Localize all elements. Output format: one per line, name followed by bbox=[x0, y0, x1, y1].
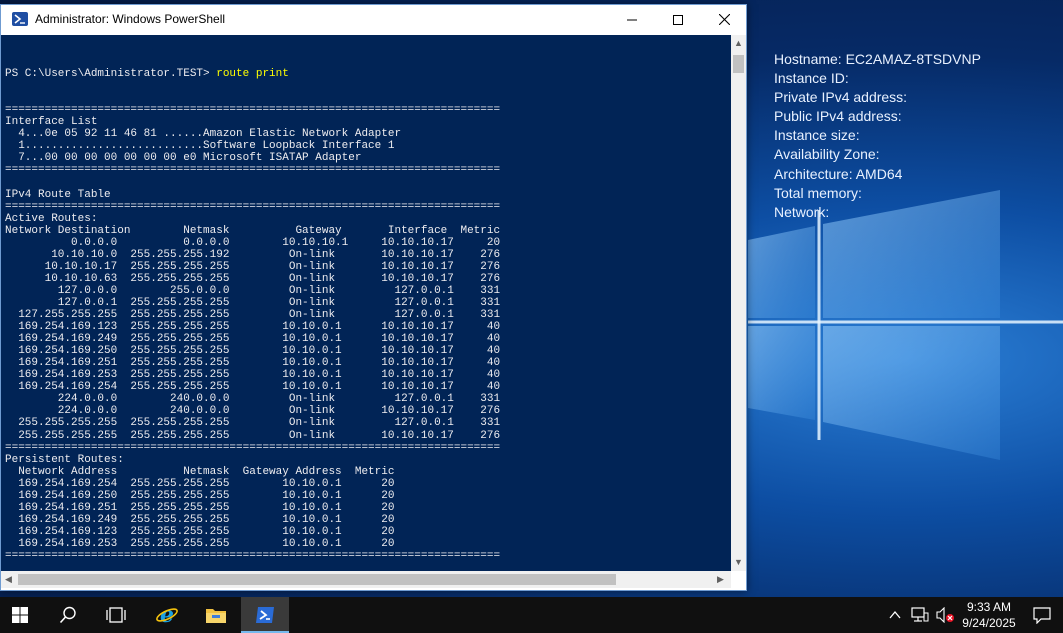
console-line: 10.10.10.0 255.255.255.192 On-link 10.10… bbox=[5, 248, 501, 261]
console-line: 169.254.169.249 255.255.255.255 10.10.0.… bbox=[5, 333, 501, 346]
console-line: 1...........................Software Loo… bbox=[5, 140, 395, 153]
console-line: ========================================… bbox=[5, 441, 501, 454]
notification-icon bbox=[1033, 607, 1051, 624]
horizontal-scroll-thumb[interactable] bbox=[18, 574, 616, 585]
chevron-up-icon bbox=[889, 611, 901, 619]
action-center-button[interactable] bbox=[1026, 597, 1058, 633]
task-view-button[interactable] bbox=[96, 597, 136, 633]
minimize-button[interactable] bbox=[609, 5, 655, 34]
console-line: 7...00 00 00 00 00 00 00 e0 Microsoft IS… bbox=[5, 152, 362, 165]
console-line: 169.254.169.250 255.255.255.255 10.10.0.… bbox=[5, 345, 501, 358]
console-line: 224.0.0.0 240.0.0.0 On-link 10.10.10.17 … bbox=[5, 405, 501, 418]
console-line: 169.254.169.123 255.255.255.255 10.10.0.… bbox=[5, 525, 395, 538]
internet-explorer-icon: e bbox=[156, 603, 178, 627]
window-title: Administrator: Windows PowerShell bbox=[35, 12, 226, 26]
task-view-icon bbox=[106, 607, 126, 623]
scroll-up-arrow-icon[interactable]: ▲ bbox=[734, 38, 743, 48]
console-lines: ========================================… bbox=[5, 104, 500, 571]
taskbar-clock[interactable]: 9:33 AM 9/24/2025 bbox=[958, 599, 1020, 631]
scroll-left-arrow-icon[interactable]: ◀ bbox=[5, 574, 12, 585]
close-icon bbox=[718, 14, 730, 25]
console-line: ========================================… bbox=[5, 549, 501, 562]
console-line: ========================================… bbox=[5, 164, 501, 177]
instance-size-line: Instance size: bbox=[774, 127, 860, 144]
network-tray-button[interactable] bbox=[910, 597, 930, 633]
console-line: 10.10.10.17 255.255.255.255 On-link 10.1… bbox=[5, 260, 501, 273]
private-ipv4-line: Private IPv4 address: bbox=[774, 89, 908, 106]
architecture-line: Architecture: AMD64 bbox=[774, 165, 903, 182]
instance-id-line: Instance ID: bbox=[774, 70, 849, 87]
console-line: 10.10.10.63 255.255.255.255 On-link 10.1… bbox=[5, 272, 501, 285]
console-line: 169.254.169.251 255.255.255.255 10.10.0.… bbox=[5, 501, 395, 514]
console-line: Network Destination Netmask Gateway Inte… bbox=[5, 224, 501, 237]
system-info-overlay: Hostname: EC2AMAZ-8TSDVNP Instance ID: P… bbox=[774, 50, 981, 222]
console-line: 0.0.0.0 0.0.0.0 10.10.10.1 10.10.10.17 2… bbox=[5, 236, 501, 249]
console-line: IPv4 Route Table bbox=[5, 188, 111, 201]
scroll-right-arrow-icon[interactable]: ▶ bbox=[717, 574, 724, 585]
search-icon bbox=[59, 606, 76, 624]
vertical-scrollbar[interactable]: ▲ ▼ bbox=[731, 35, 746, 571]
taskbar: e bbox=[0, 597, 1063, 633]
clock-date: 9/24/2025 bbox=[962, 616, 1016, 630]
console-line: 169.254.169.250 255.255.255.255 10.10.0.… bbox=[5, 489, 395, 502]
console-line: 169.254.169.249 255.255.255.255 10.10.0.… bbox=[5, 513, 395, 526]
powershell-icon bbox=[12, 12, 28, 26]
minimize-icon bbox=[627, 19, 637, 20]
prompt-line: PS C:\Users\Administrator.TEST> route pr… bbox=[5, 68, 500, 80]
console-line: Network Address Netmask Gateway Address … bbox=[5, 465, 395, 478]
console-line: 169.254.169.253 255.255.255.255 10.10.0.… bbox=[5, 369, 501, 382]
powershell-window[interactable]: Administrator: Windows PowerShell PS C:\… bbox=[0, 4, 747, 591]
taskbar-powershell[interactable] bbox=[241, 597, 289, 633]
console-line: 224.0.0.0 240.0.0.0 On-link 127.0.0.1 33… bbox=[5, 393, 501, 406]
powershell-icon bbox=[256, 607, 274, 623]
taskbar-internet-explorer[interactable]: e bbox=[145, 597, 189, 633]
volume-tray-button[interactable] bbox=[934, 597, 956, 633]
console-line: 169.254.169.251 255.255.255.255 10.10.0.… bbox=[5, 357, 501, 370]
file-explorer-icon bbox=[206, 609, 226, 623]
vertical-scroll-thumb[interactable] bbox=[733, 55, 744, 73]
search-button[interactable] bbox=[48, 597, 88, 633]
volume-muted-icon bbox=[936, 607, 954, 623]
maximize-button[interactable] bbox=[655, 5, 701, 34]
availability-zone-line: Availability Zone: bbox=[774, 146, 880, 163]
prompt-text: PS C:\Users\Administrator.TEST> bbox=[5, 68, 217, 81]
console-line: 127.255.255.255 255.255.255.255 On-link … bbox=[5, 309, 501, 322]
console-line: ========================================… bbox=[5, 104, 501, 117]
close-button[interactable] bbox=[701, 5, 747, 34]
start-button[interactable] bbox=[0, 597, 40, 633]
command-text: route print bbox=[216, 68, 289, 81]
console-line: 169.254.169.254 255.255.255.255 10.10.0.… bbox=[5, 381, 501, 394]
public-ipv4-line: Public IPv4 address: bbox=[774, 108, 902, 125]
console-line: 169.254.169.253 255.255.255.255 10.10.0.… bbox=[5, 537, 395, 550]
title-bar[interactable]: Administrator: Windows PowerShell bbox=[1, 5, 746, 34]
console-line: Persistent Routes: bbox=[5, 453, 124, 466]
network-line: Network: bbox=[774, 203, 830, 220]
console-line: 4...0e 05 92 11 46 81 ......Amazon Elast… bbox=[5, 128, 402, 141]
console-line: ========================================… bbox=[5, 200, 501, 213]
scroll-down-arrow-icon[interactable]: ▼ bbox=[734, 557, 743, 567]
console-line: 169.254.169.254 255.255.255.255 10.10.0.… bbox=[5, 477, 395, 490]
total-memory-line: Total memory: bbox=[774, 184, 862, 201]
svg-text:e: e bbox=[160, 603, 174, 627]
console-line: 127.0.0.1 255.255.255.255 On-link 127.0.… bbox=[5, 296, 501, 309]
console-line: 169.254.169.123 255.255.255.255 10.10.0.… bbox=[5, 321, 501, 334]
show-hidden-icons-button[interactable] bbox=[886, 597, 904, 633]
console-line: 255.255.255.255 255.255.255.255 On-link … bbox=[5, 429, 501, 442]
taskbar-file-explorer[interactable] bbox=[194, 597, 238, 633]
console-line: 127.0.0.0 255.0.0.0 On-link 127.0.0.1 33… bbox=[5, 284, 501, 297]
console-line: Interface List bbox=[5, 116, 98, 129]
maximize-icon bbox=[673, 14, 683, 25]
console-output: PS C:\Users\Administrator.TEST> route pr… bbox=[5, 44, 500, 571]
console-line: 255.255.255.255 255.255.255.255 On-link … bbox=[5, 417, 501, 430]
windows-start-icon bbox=[12, 607, 28, 623]
console-line: Active Routes: bbox=[5, 212, 98, 225]
console-area[interactable]: PS C:\Users\Administrator.TEST> route pr… bbox=[1, 35, 731, 571]
network-icon bbox=[911, 607, 929, 622]
hostname-line: Hostname: EC2AMAZ-8TSDVNP bbox=[774, 51, 981, 67]
clock-time: 9:33 AM bbox=[966, 600, 1012, 614]
horizontal-scrollbar[interactable]: ◀ ▶ bbox=[1, 571, 731, 588]
